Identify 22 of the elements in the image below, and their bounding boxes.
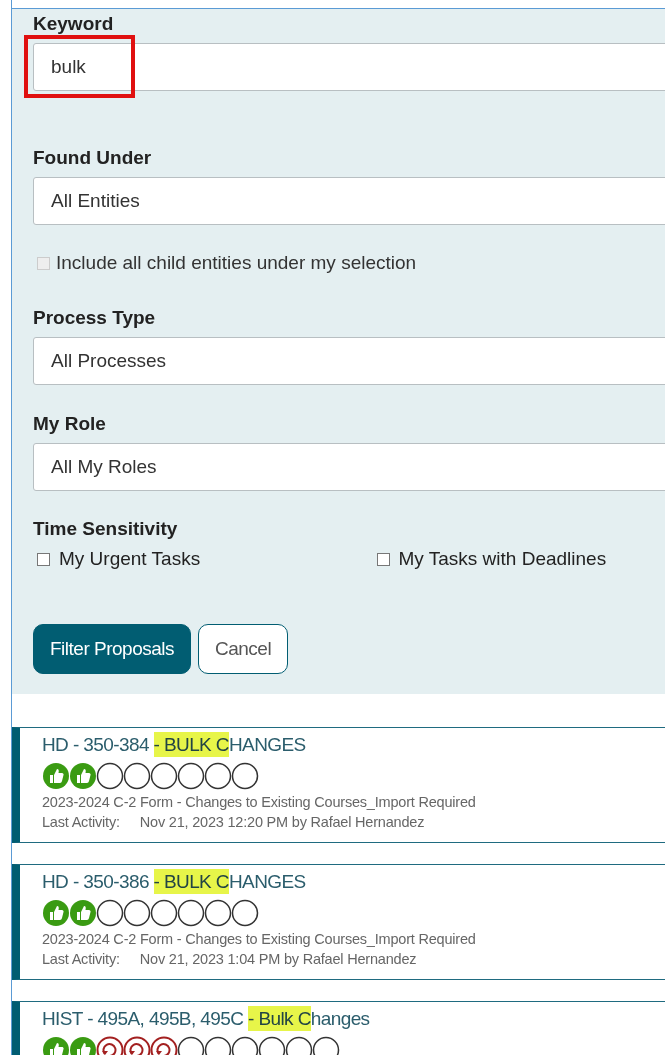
field-label: Keyword [33,13,115,35]
field-label: Found Under [33,147,153,169]
field-label: Time Sensitivity [33,518,179,540]
proposal-title-link[interactable]: HD - 350-384 - BULK CHANGES [42,732,665,758]
checkbox[interactable] [37,552,50,566]
dropdown-field[interactable]: All Entities [33,177,665,225]
last-activity: Last Activity: Nov 21, 2023 1:04 PM by Rafael Hernandez [42,951,418,967]
dropdown-field[interactable]: All My Roles [33,443,665,491]
dropdown-field[interactable]: All Processes [33,337,665,385]
proposal-title-link[interactable]: HD - 350-386 - BULK CHANGES [42,869,665,895]
cancel-button[interactable]: Cancel [198,624,289,674]
form-name: 2023-2024 C-2 Form - Changes to Existing Courses_Import Required [42,794,477,810]
checkbox[interactable] [376,552,390,566]
checkbox-label: My Tasks with Deadlines [398,548,607,570]
form-name: 2023-2024 C-2 Form - Changes to Existing Courses_Import Required [42,931,477,947]
filter-button[interactable]: Filter Proposals [33,624,191,674]
checkbox-label: My Urgent Tasks [59,548,201,570]
field-label: Process Type [33,307,157,329]
last-activity: Last Activity: Nov 21, 2023 12:20 PM by Rafael Hernandez [42,814,426,830]
keyword-input[interactable]: bulk [33,43,665,91]
checkbox-label: Include all child entities under my selection [56,252,417,274]
field-label: My Role [33,413,107,435]
